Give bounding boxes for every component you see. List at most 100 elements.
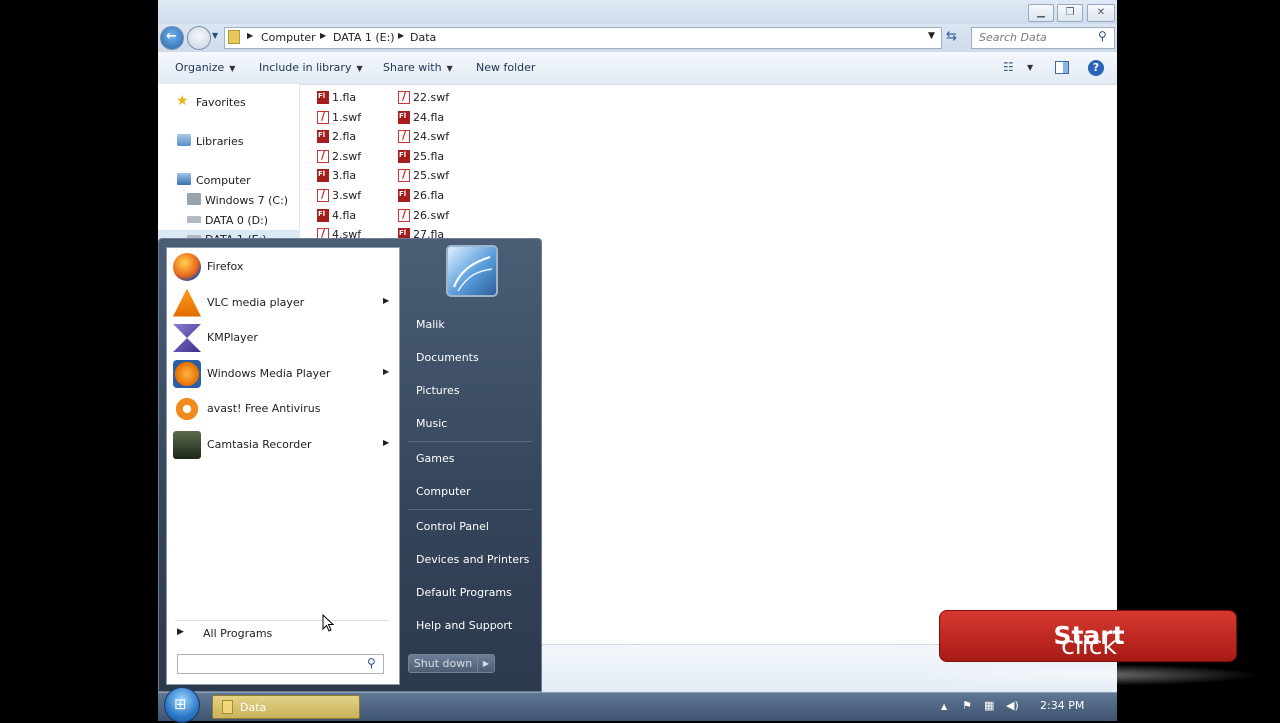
- file-item[interactable]: 24.swf: [398, 128, 478, 146]
- start-default-programs[interactable]: Default Programs: [416, 586, 536, 599]
- library-icon: [177, 134, 191, 146]
- start-control-panel[interactable]: Control Panel: [416, 520, 536, 533]
- new-folder-button[interactable]: New folder: [476, 61, 535, 74]
- file-name: 25.fla: [413, 149, 445, 163]
- breadcrumb-separator-icon: ▶: [398, 31, 405, 40]
- address-dropdown-icon[interactable]: ▼: [928, 31, 935, 41]
- network-icon[interactable]: ▦: [984, 699, 994, 712]
- submenu-arrow-icon[interactable]: ▶: [383, 438, 389, 447]
- pinned-program[interactable]: avast! Free Antivirus: [167, 392, 399, 426]
- pinned-program[interactable]: Camtasia Recorder ▶: [167, 428, 399, 462]
- taskbar: ⊞ Data ▲ ⚑ ▦ ◀) 2:34 PM: [158, 687, 1117, 723]
- recent-pages-dropdown[interactable]: ▼: [212, 31, 218, 40]
- file-item[interactable]: 26.swf: [398, 207, 478, 225]
- nav-favorites[interactable]: ★ Favorites: [158, 93, 299, 111]
- start-pictures[interactable]: Pictures: [416, 384, 536, 397]
- breadcrumb-computer[interactable]: Computer: [261, 31, 316, 44]
- submenu-arrow-icon[interactable]: ▶: [383, 296, 389, 305]
- file-item[interactable]: 26.fla: [398, 187, 478, 205]
- pinned-program[interactable]: Firefox: [167, 250, 399, 284]
- user-picture[interactable]: [446, 245, 498, 297]
- file-name: 3.fla: [332, 169, 357, 183]
- file-item[interactable]: 3.fla: [317, 167, 397, 185]
- nav-drive-d[interactable]: DATA 0 (D:): [158, 211, 299, 229]
- drive-icon: [187, 216, 201, 223]
- start-music[interactable]: Music: [416, 417, 536, 430]
- view-dropdown-icon[interactable]: ▼: [1027, 63, 1033, 72]
- flash-fla-icon: [317, 91, 329, 104]
- breadcrumb-data[interactable]: Data: [410, 31, 436, 44]
- start-documents[interactable]: Documents: [416, 351, 536, 364]
- preview-pane-icon[interactable]: [1055, 61, 1069, 74]
- all-programs-button[interactable]: ▶ All Programs: [175, 620, 389, 643]
- file-item[interactable]: 2.swf: [317, 148, 397, 166]
- start-computer[interactable]: Computer: [416, 485, 536, 498]
- flash-fla-icon: [317, 169, 329, 183]
- shutdown-button[interactable]: Shut down: [408, 654, 478, 673]
- start-button[interactable]: ⊞: [164, 687, 200, 723]
- forward-button[interactable]: [187, 26, 211, 50]
- file-item[interactable]: 25.fla: [398, 148, 478, 166]
- file-item[interactable]: 4.fla: [317, 207, 397, 225]
- file-name: 26.fla: [413, 189, 445, 202]
- file-name: 3.swf: [332, 189, 362, 202]
- nav-computer[interactable]: Computer: [158, 171, 299, 189]
- file-item[interactable]: 2.fla: [317, 128, 397, 146]
- share-with-menu[interactable]: Share with ▼: [383, 61, 453, 74]
- back-button[interactable]: ←: [160, 26, 184, 50]
- restore-button[interactable]: ❐: [1057, 4, 1083, 22]
- pinned-program[interactable]: VLC media player ▶: [167, 286, 399, 320]
- search-input[interactable]: Search Data ⚲: [971, 27, 1115, 49]
- start-search-input[interactable]: ⚲: [177, 654, 384, 674]
- file-name: 24.swf: [413, 130, 450, 144]
- flash-swf-icon: [317, 149, 329, 163]
- pinned-program[interactable]: KMPlayer: [167, 321, 399, 355]
- search-icon[interactable]: ⚲: [1098, 29, 1107, 43]
- taskbar-explorer-button[interactable]: Data: [212, 695, 360, 719]
- program-label: Firefox: [207, 260, 244, 273]
- refresh-icon[interactable]: ⇆: [946, 29, 957, 44]
- close-button[interactable]: ✕: [1087, 4, 1115, 22]
- file-item[interactable]: 1.fla: [317, 89, 397, 107]
- start-user-name[interactable]: Malik: [416, 318, 536, 331]
- include-in-library-menu[interactable]: Include in library ▼: [259, 61, 363, 74]
- file-name: 22.swf: [413, 91, 450, 104]
- show-hidden-icons-button[interactable]: ▲: [941, 702, 947, 711]
- breadcrumb-data1[interactable]: DATA 1 (E:): [333, 31, 395, 44]
- start-help-support[interactable]: Help and Support: [416, 619, 536, 632]
- file-name: 1.swf: [332, 110, 362, 124]
- minimize-button[interactable]: ▁: [1028, 4, 1054, 22]
- title-bar: ▁ ❐ ✕: [158, 0, 1117, 24]
- start-games[interactable]: Games: [416, 452, 536, 465]
- firefox-icon: [173, 253, 201, 281]
- nav-drive-c[interactable]: Windows 7 (C:): [158, 191, 299, 209]
- nav-libraries[interactable]: Libraries: [158, 132, 299, 150]
- flash-fla-icon: [398, 110, 410, 124]
- file-item[interactable]: 3.swf: [317, 187, 397, 205]
- volume-icon[interactable]: ◀): [1006, 699, 1019, 712]
- program-label: Camtasia Recorder: [207, 437, 312, 451]
- file-item[interactable]: 1.swf: [317, 109, 397, 127]
- file-item[interactable]: 22.swf: [398, 89, 478, 107]
- windows-logo-icon: ⊞: [174, 695, 187, 713]
- action-center-icon[interactable]: ⚑: [962, 699, 972, 712]
- flash-swf-icon: [317, 188, 329, 202]
- shutdown-options-arrow[interactable]: ▶: [477, 654, 495, 673]
- help-icon[interactable]: ?: [1088, 60, 1104, 76]
- view-options-icon[interactable]: ☷: [1003, 60, 1014, 74]
- start-menu: Firefox VLC media player ▶ KMPlayer Windows …: [158, 238, 542, 692]
- start-devices-printers[interactable]: Devices and Printers: [416, 553, 536, 566]
- address-bar[interactable]: ▶ Computer ▶ DATA 1 (E:) ▶ Data ▼: [224, 27, 942, 49]
- pinned-program[interactable]: Windows Media Player ▶: [167, 357, 399, 391]
- file-item[interactable]: 24.fla: [398, 109, 478, 127]
- submenu-arrow-icon[interactable]: ▶: [383, 367, 389, 376]
- kmplayer-icon: [173, 324, 201, 352]
- expand-arrow-icon: ▶: [177, 627, 184, 637]
- windows-media-player-icon: [173, 359, 201, 388]
- clock[interactable]: 2:34 PM: [1040, 699, 1084, 712]
- organize-menu[interactable]: Organize ▼: [175, 61, 235, 74]
- file-item[interactable]: 25.swf: [398, 167, 478, 185]
- file-name: 1.fla: [332, 91, 357, 104]
- flash-fla-icon: [398, 149, 410, 163]
- search-icon[interactable]: ⚲: [367, 656, 376, 670]
